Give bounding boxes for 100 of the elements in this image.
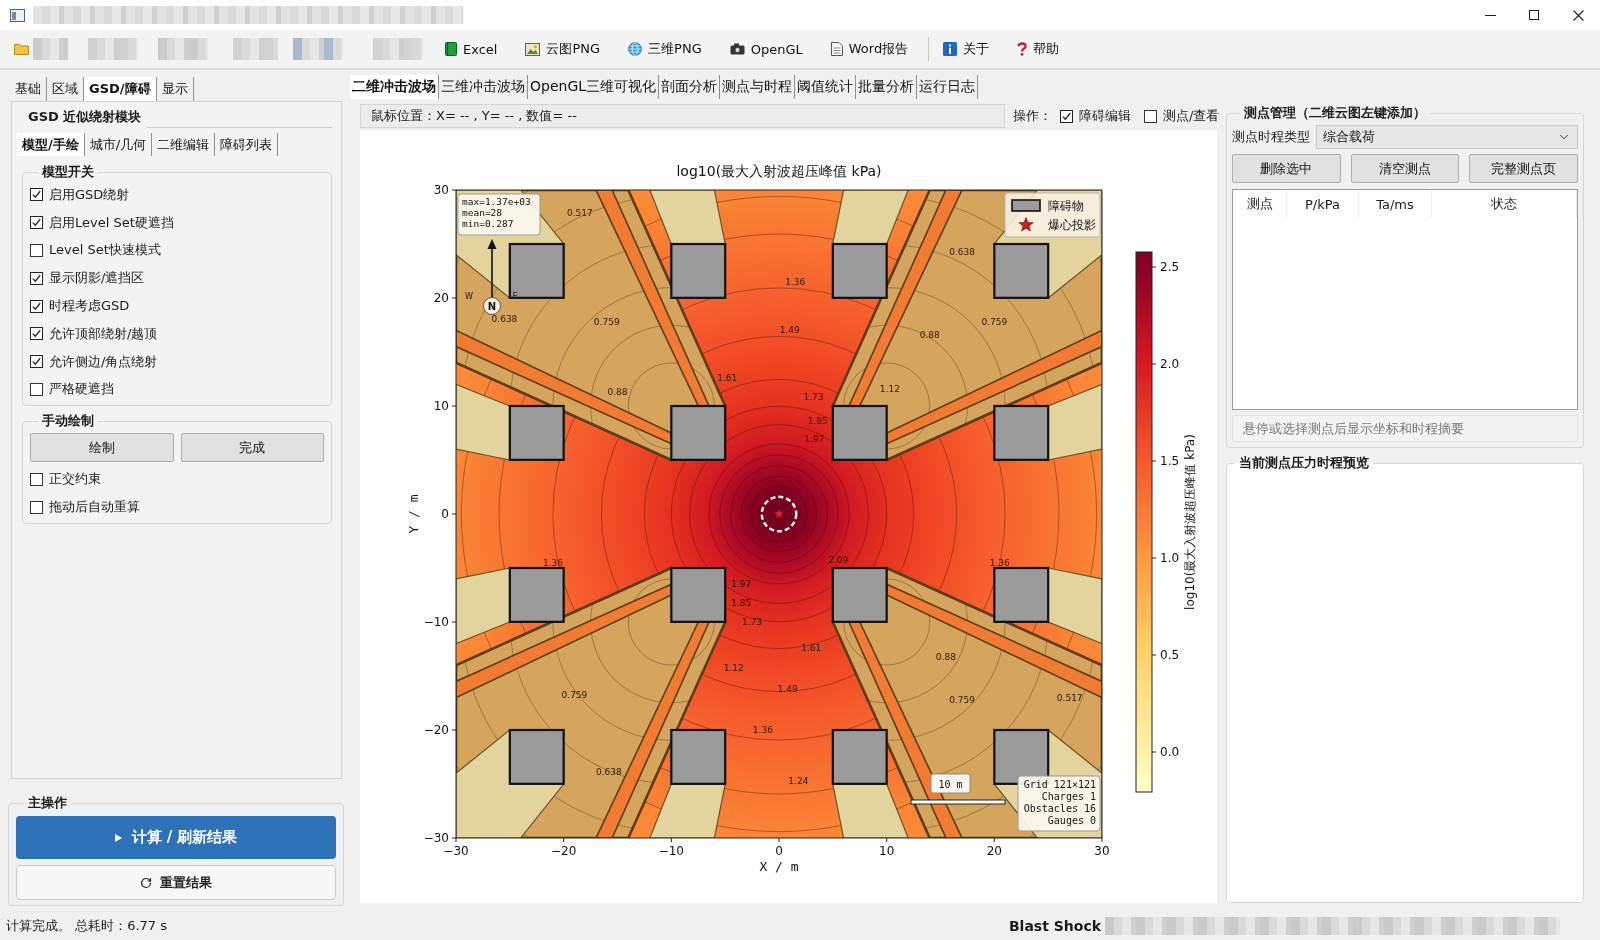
colorbar-tick-label: 2.5: [1160, 260, 1180, 274]
blast-radius-ring: [760, 495, 798, 533]
status-app-name: Blast Shock: [1008, 918, 1101, 934]
tab[interactable]: 批量分析: [856, 75, 918, 99]
y-axis-label: Y / m: [406, 494, 421, 534]
compass-label: W: [465, 292, 473, 301]
checkbox[interactable]: [30, 382, 43, 396]
checkbox-label[interactable]: 拖动后自动重算: [49, 498, 140, 517]
contour-label: 1.12: [879, 383, 900, 394]
blurred-block: [293, 38, 343, 60]
colorbar-tick-label: 1.5: [1160, 454, 1180, 468]
checkbox[interactable]: [30, 299, 43, 313]
contour-label: 0.517: [566, 207, 593, 218]
y-tick-label: 20: [433, 291, 449, 305]
contour-label: 1.24: [788, 776, 809, 786]
maximize-icon: [1529, 10, 1539, 20]
group-title: 模型开关: [40, 164, 95, 180]
tab[interactable]: 剖面分析: [659, 75, 721, 99]
checkbox-label[interactable]: 允许顶部绕射/越顶: [49, 324, 158, 343]
checkbox[interactable]: [30, 188, 43, 202]
obstacle-block: [831, 242, 888, 299]
column-header[interactable]: 测点: [1233, 190, 1287, 218]
checkbox-label[interactable]: 正交约束: [49, 470, 101, 489]
obstacle-block: [831, 728, 888, 785]
toolbar-button[interactable]: 关于: [935, 35, 998, 63]
checkbox-label[interactable]: 启用GSD绕射: [49, 185, 130, 204]
tab[interactable]: 模型/手绘: [17, 133, 85, 156]
info-icon: [943, 42, 958, 56]
toolbar-button[interactable]: OpenGL: [721, 35, 811, 63]
tab[interactable]: 阈值统计: [795, 75, 857, 99]
draw-button[interactable]: 绘制: [30, 433, 174, 463]
obstacle-block: [670, 566, 727, 623]
obstacle-block: [993, 404, 1050, 461]
tab[interactable]: 障碍列表: [215, 133, 279, 156]
checkbox-label[interactable]: 障碍编辑: [1079, 107, 1131, 125]
column-header[interactable]: Ta/ms: [1359, 190, 1432, 218]
picture-icon: [525, 42, 541, 56]
reset-button[interactable]: 重置结果: [16, 865, 336, 900]
obstacle-block: [993, 566, 1050, 623]
contour-label: 1.97: [731, 579, 752, 590]
checkbox[interactable]: [30, 472, 43, 486]
checkbox-label[interactable]: Level Set快速模式: [49, 241, 161, 260]
checkbox-label[interactable]: 允许侧边/角点绕射: [49, 352, 158, 371]
toolbar-button[interactable]: Word报告: [822, 35, 917, 63]
tab[interactable]: 运行日志: [917, 75, 979, 99]
toolbar-button[interactable]: 三维PNG: [620, 35, 710, 63]
contour-label: 1.85: [731, 597, 752, 608]
contour-label: 1.36: [989, 557, 1010, 568]
tab[interactable]: GSD/障碍: [84, 77, 157, 101]
contour-label: 2.09: [828, 554, 849, 565]
history-type-dropdown[interactable]: 综合载荷: [1316, 125, 1578, 149]
checkbox-label[interactable]: 显示阴影/遮挡区: [49, 269, 145, 288]
checkbox[interactable]: [30, 216, 43, 230]
checkbox[interactable]: [30, 355, 43, 369]
close-icon: [1572, 9, 1584, 21]
checkbox[interactable]: [1144, 109, 1157, 123]
tab[interactable]: OpenGL三维可视化: [528, 75, 660, 99]
gauge-action-button[interactable]: 清空测点: [1350, 154, 1460, 183]
contour-label: 0.759: [981, 317, 1008, 327]
tab[interactable]: 二维编辑: [152, 133, 216, 156]
checkbox[interactable]: [30, 500, 43, 514]
x-tick-label: −30: [443, 844, 469, 858]
toolbar-button[interactable]: 帮助: [1009, 35, 1068, 63]
folder-icon[interactable]: [14, 43, 29, 55]
column-header[interactable]: 状态: [1432, 190, 1577, 218]
x-tick-label: 0: [775, 844, 783, 858]
checkbox[interactable]: [30, 271, 43, 285]
refresh-icon: [140, 876, 152, 889]
scale-label-panel: [930, 773, 971, 794]
checkbox-label[interactable]: 时程考虑GSD: [49, 297, 130, 316]
gauge-action-button[interactable]: 完整测点页: [1469, 154, 1578, 183]
grid-info-text: Grid 121×121: [1023, 779, 1096, 790]
grid-info-text: Obstacles 16: [1023, 803, 1096, 814]
contour-label: 1.73: [742, 617, 763, 628]
contour-label: 1.36: [752, 725, 773, 736]
colorbar-tick-label: 1.0: [1160, 551, 1180, 565]
obstacle-block: [508, 242, 565, 299]
checkbox[interactable]: [30, 244, 43, 257]
toolbar-button[interactable]: Excel: [437, 35, 506, 63]
run-button[interactable]: 计算 / 刷新结果: [16, 816, 336, 859]
tab[interactable]: 三维冲击波场: [439, 75, 528, 99]
checkbox[interactable]: [1060, 109, 1073, 123]
column-header[interactable]: P/kPa: [1287, 190, 1359, 218]
checkbox-label[interactable]: 启用Level Set硬遮挡: [49, 213, 174, 232]
tab[interactable]: 测点与时程: [720, 75, 796, 99]
checkbox[interactable]: [30, 327, 43, 341]
operations-label: 操作：: [1013, 107, 1052, 125]
tab[interactable]: 城市/几何: [84, 133, 153, 156]
stats-text: min=0.287: [462, 218, 514, 229]
group-title: 手动绘制: [41, 413, 95, 430]
x-tick-label: 30: [1094, 844, 1110, 858]
x-axis-label: X / m: [759, 859, 799, 874]
tab[interactable]: 二维冲击波场: [350, 75, 439, 99]
gauge-action-button[interactable]: 删除选中: [1232, 154, 1341, 183]
checkbox-label[interactable]: 严格硬遮挡: [49, 380, 114, 399]
toolbar-button[interactable]: 云图PNG: [517, 35, 609, 63]
contour-label: 1.85: [807, 416, 828, 427]
draw-button[interactable]: 完成: [180, 433, 324, 463]
x-tick-label: 10: [879, 844, 895, 858]
checkbox-label[interactable]: 测点/查看: [1163, 107, 1220, 125]
